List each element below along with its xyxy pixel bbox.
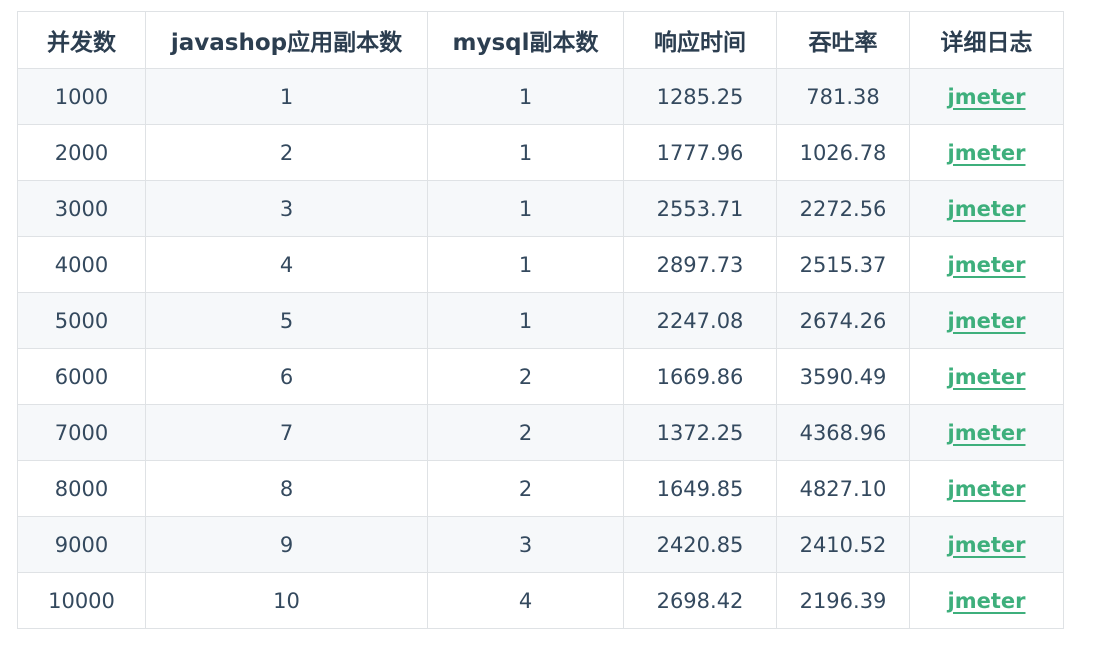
cell-throughput: 1026.78: [776, 124, 910, 181]
jmeter-log-link[interactable]: jmeter: [948, 477, 1026, 501]
cell-response-time: 1649.85: [623, 460, 777, 517]
cell-response-time: 1285.25: [623, 68, 777, 125]
cell-throughput: 781.38: [776, 68, 910, 125]
header-detail-log: 详细日志: [909, 11, 1064, 69]
cell-throughput: 4368.96: [776, 404, 910, 461]
cell-mysql-replicas: 4: [427, 572, 624, 629]
cell-throughput: 2674.26: [776, 292, 910, 349]
cell-concurrency: 4000: [17, 236, 146, 293]
cell-mysql-replicas: 2: [427, 404, 624, 461]
cell-concurrency: 9000: [17, 516, 146, 573]
cell-app-replicas: 9: [145, 516, 428, 573]
jmeter-log-link[interactable]: jmeter: [948, 365, 1026, 389]
header-concurrency: 并发数: [17, 11, 146, 69]
cell-response-time: 2698.42: [623, 572, 777, 629]
cell-concurrency: 2000: [17, 124, 146, 181]
table-row: 10000 10 4 2698.42 2196.39 jmeter: [17, 572, 1064, 629]
cell-app-replicas: 2: [145, 124, 428, 181]
cell-log: jmeter: [909, 348, 1064, 405]
cell-mysql-replicas: 1: [427, 292, 624, 349]
cell-mysql-replicas: 1: [427, 68, 624, 125]
table-row: 3000 3 1 2553.71 2272.56 jmeter: [17, 180, 1064, 237]
jmeter-log-link[interactable]: jmeter: [948, 197, 1026, 221]
cell-mysql-replicas: 1: [427, 236, 624, 293]
cell-throughput: 3590.49: [776, 348, 910, 405]
cell-response-time: 2897.73: [623, 236, 777, 293]
cell-response-time: 1669.86: [623, 348, 777, 405]
jmeter-log-link[interactable]: jmeter: [948, 533, 1026, 557]
cell-response-time: 2420.85: [623, 516, 777, 573]
cell-response-time: 1777.96: [623, 124, 777, 181]
load-test-results-table: 并发数 javashop应用副本数 mysql副本数 响应时间 吞吐率 详细日志…: [17, 11, 1064, 629]
cell-log: jmeter: [909, 460, 1064, 517]
cell-throughput: 2515.37: [776, 236, 910, 293]
cell-app-replicas: 6: [145, 348, 428, 405]
cell-throughput: 2410.52: [776, 516, 910, 573]
table-body: 1000 1 1 1285.25 781.38 jmeter 2000 2 1 …: [17, 68, 1064, 629]
table-row: 1000 1 1 1285.25 781.38 jmeter: [17, 68, 1064, 125]
cell-app-replicas: 4: [145, 236, 428, 293]
jmeter-log-link[interactable]: jmeter: [948, 253, 1026, 277]
cell-mysql-replicas: 3: [427, 516, 624, 573]
cell-throughput: 2272.56: [776, 180, 910, 237]
cell-response-time: 2553.71: [623, 180, 777, 237]
cell-concurrency: 10000: [17, 572, 146, 629]
cell-app-replicas: 5: [145, 292, 428, 349]
jmeter-log-link[interactable]: jmeter: [948, 421, 1026, 445]
header-throughput: 吞吐率: [776, 11, 910, 69]
table-row: 5000 5 1 2247.08 2674.26 jmeter: [17, 292, 1064, 349]
cell-concurrency: 1000: [17, 68, 146, 125]
cell-log: jmeter: [909, 292, 1064, 349]
results-table-container: 并发数 javashop应用副本数 mysql副本数 响应时间 吞吐率 详细日志…: [17, 11, 1064, 629]
cell-app-replicas: 3: [145, 180, 428, 237]
cell-mysql-replicas: 1: [427, 124, 624, 181]
table-row: 2000 2 1 1777.96 1026.78 jmeter: [17, 124, 1064, 181]
cell-concurrency: 5000: [17, 292, 146, 349]
cell-mysql-replicas: 2: [427, 460, 624, 517]
jmeter-log-link[interactable]: jmeter: [948, 85, 1026, 109]
cell-throughput: 4827.10: [776, 460, 910, 517]
cell-app-replicas: 1: [145, 68, 428, 125]
jmeter-log-link[interactable]: jmeter: [948, 309, 1026, 333]
table-row: 7000 7 2 1372.25 4368.96 jmeter: [17, 404, 1064, 461]
cell-app-replicas: 10: [145, 572, 428, 629]
cell-log: jmeter: [909, 180, 1064, 237]
cell-concurrency: 8000: [17, 460, 146, 517]
cell-throughput: 2196.39: [776, 572, 910, 629]
cell-mysql-replicas: 1: [427, 180, 624, 237]
table-row: 4000 4 1 2897.73 2515.37 jmeter: [17, 236, 1064, 293]
jmeter-log-link[interactable]: jmeter: [948, 589, 1026, 613]
table-row: 8000 8 2 1649.85 4827.10 jmeter: [17, 460, 1064, 517]
header-app-replicas: javashop应用副本数: [145, 11, 428, 69]
header-row: 并发数 javashop应用副本数 mysql副本数 响应时间 吞吐率 详细日志: [17, 11, 1064, 69]
cell-response-time: 1372.25: [623, 404, 777, 461]
cell-response-time: 2247.08: [623, 292, 777, 349]
table-header: 并发数 javashop应用副本数 mysql副本数 响应时间 吞吐率 详细日志: [17, 11, 1064, 69]
cell-log: jmeter: [909, 516, 1064, 573]
cell-concurrency: 6000: [17, 348, 146, 405]
cell-log: jmeter: [909, 124, 1064, 181]
table-row: 9000 9 3 2420.85 2410.52 jmeter: [17, 516, 1064, 573]
cell-app-replicas: 8: [145, 460, 428, 517]
cell-log: jmeter: [909, 404, 1064, 461]
table-row: 6000 6 2 1669.86 3590.49 jmeter: [17, 348, 1064, 405]
cell-log: jmeter: [909, 572, 1064, 629]
header-response-time: 响应时间: [623, 11, 777, 69]
cell-app-replicas: 7: [145, 404, 428, 461]
jmeter-log-link[interactable]: jmeter: [948, 141, 1026, 165]
cell-mysql-replicas: 2: [427, 348, 624, 405]
header-mysql-replicas: mysql副本数: [427, 11, 624, 69]
cell-concurrency: 7000: [17, 404, 146, 461]
cell-log: jmeter: [909, 236, 1064, 293]
cell-concurrency: 3000: [17, 180, 146, 237]
cell-log: jmeter: [909, 68, 1064, 125]
